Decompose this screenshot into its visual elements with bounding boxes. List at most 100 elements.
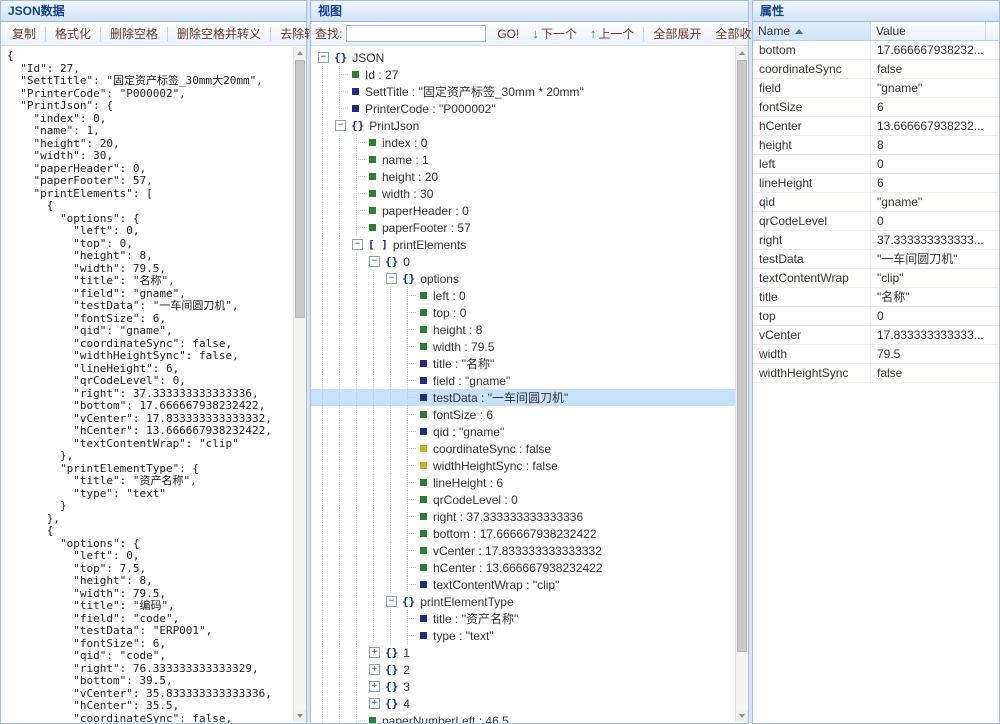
- tree-node-printElements[interactable]: −[ ]printElements: [311, 236, 735, 253]
- plus-expander-icon[interactable]: +: [369, 664, 380, 675]
- tree-node-title[interactable]: title : "名称": [311, 355, 735, 372]
- left-toolbar-button-1[interactable]: 格式化: [48, 23, 98, 44]
- number-icon: [420, 411, 427, 418]
- tree-node-top[interactable]: top : 0: [311, 304, 735, 321]
- table-row[interactable]: hCenter13.666667938232...: [753, 117, 999, 136]
- tree-node-width[interactable]: width : 30: [311, 185, 735, 202]
- tree-node-title[interactable]: title : "资产名称": [311, 610, 735, 627]
- table-row[interactable]: coordinateSyncfalse: [753, 60, 999, 79]
- prev-button[interactable]: 上一个: [597, 23, 641, 44]
- find-input[interactable]: [346, 25, 486, 42]
- table-row[interactable]: width79.5: [753, 345, 999, 364]
- json-raw-text[interactable]: { "Id": 27, "SettTitle": "固定资产标签_30mm大20…: [1, 47, 306, 723]
- tree-node-PrinterCode[interactable]: PrinterCode : "P000002": [311, 100, 735, 117]
- go-button[interactable]: GO!: [490, 25, 526, 43]
- table-row[interactable]: height8: [753, 136, 999, 155]
- tree-node-paperHeader[interactable]: paperHeader : 0: [311, 202, 735, 219]
- table-row[interactable]: vCenter17.833333333333...: [753, 326, 999, 345]
- tree-node-3[interactable]: +{}3: [311, 678, 735, 695]
- tree-node-paperNumberLeft[interactable]: paperNumberLeft : 46.5: [311, 712, 735, 723]
- tree-node-testData[interactable]: testData : "一车间圆刀机": [311, 389, 735, 406]
- property-name: field: [753, 79, 871, 97]
- tree-node-index[interactable]: index : 0: [311, 134, 735, 151]
- left-scrollbar-thumb[interactable]: [295, 60, 305, 318]
- tree-node-4[interactable]: +{}4: [311, 695, 735, 712]
- left-toolbar-button-0[interactable]: 复制: [5, 23, 43, 44]
- table-row[interactable]: lineHeight6: [753, 174, 999, 193]
- tree-guide: [402, 389, 419, 406]
- tree-node-printElementType[interactable]: −{}printElementType: [311, 593, 735, 610]
- left-scrollbar[interactable]: [293, 47, 305, 722]
- tree-node-height[interactable]: height : 20: [311, 168, 735, 185]
- tree-node-left[interactable]: left : 0: [311, 287, 735, 304]
- table-row[interactable]: fontSize6: [753, 98, 999, 117]
- scroll-down-icon[interactable]: [736, 710, 748, 722]
- table-row[interactable]: qid"gname": [753, 193, 999, 212]
- tree-node-lineHeight[interactable]: lineHeight : 6: [311, 474, 735, 491]
- table-row[interactable]: right37.333333333333...: [753, 231, 999, 250]
- tree-node-label: top: [433, 306, 450, 320]
- table-row[interactable]: left0: [753, 155, 999, 174]
- minus-expander-icon[interactable]: −: [369, 256, 380, 267]
- plus-expander-icon[interactable]: +: [369, 681, 380, 692]
- tree-node-Id[interactable]: Id : 27: [311, 66, 735, 83]
- tree-node-coordinateSync[interactable]: coordinateSync : false: [311, 440, 735, 457]
- tree-node-qrCodeLevel[interactable]: qrCodeLevel : 0: [311, 491, 735, 508]
- table-row[interactable]: bottom17.666667938232...: [753, 41, 999, 60]
- tree-node-bottom[interactable]: bottom : 17.666667938232422: [311, 525, 735, 542]
- expand-all-button[interactable]: 全部展开: [646, 23, 708, 44]
- tree-node-field[interactable]: field : "gname": [311, 372, 735, 389]
- plus-expander-icon[interactable]: +: [369, 647, 380, 658]
- tree-node-JSON[interactable]: −{}JSON: [311, 49, 735, 66]
- plus-expander-icon[interactable]: +: [369, 698, 380, 709]
- next-button[interactable]: 下一个: [540, 23, 584, 44]
- tree-node-2[interactable]: +{}2: [311, 661, 735, 678]
- left-toolbar-button-3[interactable]: 删除空格并转义: [170, 23, 268, 44]
- tree-node-textContentWrap[interactable]: textContentWrap : "clip": [311, 576, 735, 593]
- tree-node-widthHeightSync[interactable]: widthHeightSync : false: [311, 457, 735, 474]
- tree-guide: [351, 389, 368, 406]
- tree-node-options[interactable]: −{}options: [311, 270, 735, 287]
- tree-guide: [402, 406, 419, 423]
- table-row[interactable]: field"gname": [753, 79, 999, 98]
- minus-expander-icon[interactable]: −: [335, 120, 346, 131]
- table-row[interactable]: top0: [753, 307, 999, 326]
- table-row[interactable]: title"名称": [753, 288, 999, 307]
- tree-node-value: 37.333333333333336: [466, 510, 583, 524]
- tree-node-vCenter[interactable]: vCenter : 17.833333333333332: [311, 542, 735, 559]
- tree-node-qid[interactable]: qid : "gname": [311, 423, 735, 440]
- tree-node-name[interactable]: name : 1: [311, 151, 735, 168]
- minus-expander-icon[interactable]: −: [352, 239, 363, 250]
- tree-node-0[interactable]: −{}0: [311, 253, 735, 270]
- raw-json-editor[interactable]: { "Id": 27, "SettTitle": "固定资产标签_30mm大20…: [1, 47, 306, 723]
- tree-node-PrintJson[interactable]: −{}PrintJson: [311, 117, 735, 134]
- tree-guide: [317, 338, 334, 355]
- tree-node-height[interactable]: height : 8: [311, 321, 735, 338]
- table-row[interactable]: testData"一车间圆刀机": [753, 250, 999, 269]
- table-row[interactable]: textContentWrap"clip": [753, 269, 999, 288]
- table-row[interactable]: qrCodeLevel0: [753, 212, 999, 231]
- scroll-up-icon[interactable]: [736, 47, 748, 59]
- tree-node-paperFooter[interactable]: paperFooter : 57: [311, 219, 735, 236]
- scroll-up-icon[interactable]: [294, 47, 306, 59]
- minus-expander-icon[interactable]: −: [318, 52, 329, 63]
- tree-guide: [317, 321, 334, 338]
- value-column-header[interactable]: Value: [871, 22, 986, 40]
- tree-node-fontSize[interactable]: fontSize : 6: [311, 406, 735, 423]
- middle-scrollbar[interactable]: [735, 47, 747, 722]
- middle-scrollbar-thumb[interactable]: [737, 60, 747, 652]
- table-row[interactable]: widthHeightSyncfalse: [753, 364, 999, 383]
- tree-node-1[interactable]: +{}1: [311, 644, 735, 661]
- tree-node-right[interactable]: right : 37.333333333333336: [311, 508, 735, 525]
- tree-node-width[interactable]: width : 79.5: [311, 338, 735, 355]
- minus-expander-icon[interactable]: −: [386, 596, 397, 607]
- minus-expander-icon[interactable]: −: [386, 273, 397, 284]
- object-icon: {}: [385, 255, 398, 268]
- left-toolbar-button-2[interactable]: 删除空格: [103, 23, 165, 44]
- tree-node-hCenter[interactable]: hCenter : 13.666667938232422: [311, 559, 735, 576]
- tree-node-SettTitle[interactable]: SettTitle : "固定资产标签_30mm * 20mm": [311, 83, 735, 100]
- name-column-header[interactable]: Name: [753, 22, 871, 40]
- tree-node-type[interactable]: type : "text": [311, 627, 735, 644]
- scroll-down-icon[interactable]: [294, 710, 306, 722]
- tree-node-label: textContentWrap: [433, 578, 523, 592]
